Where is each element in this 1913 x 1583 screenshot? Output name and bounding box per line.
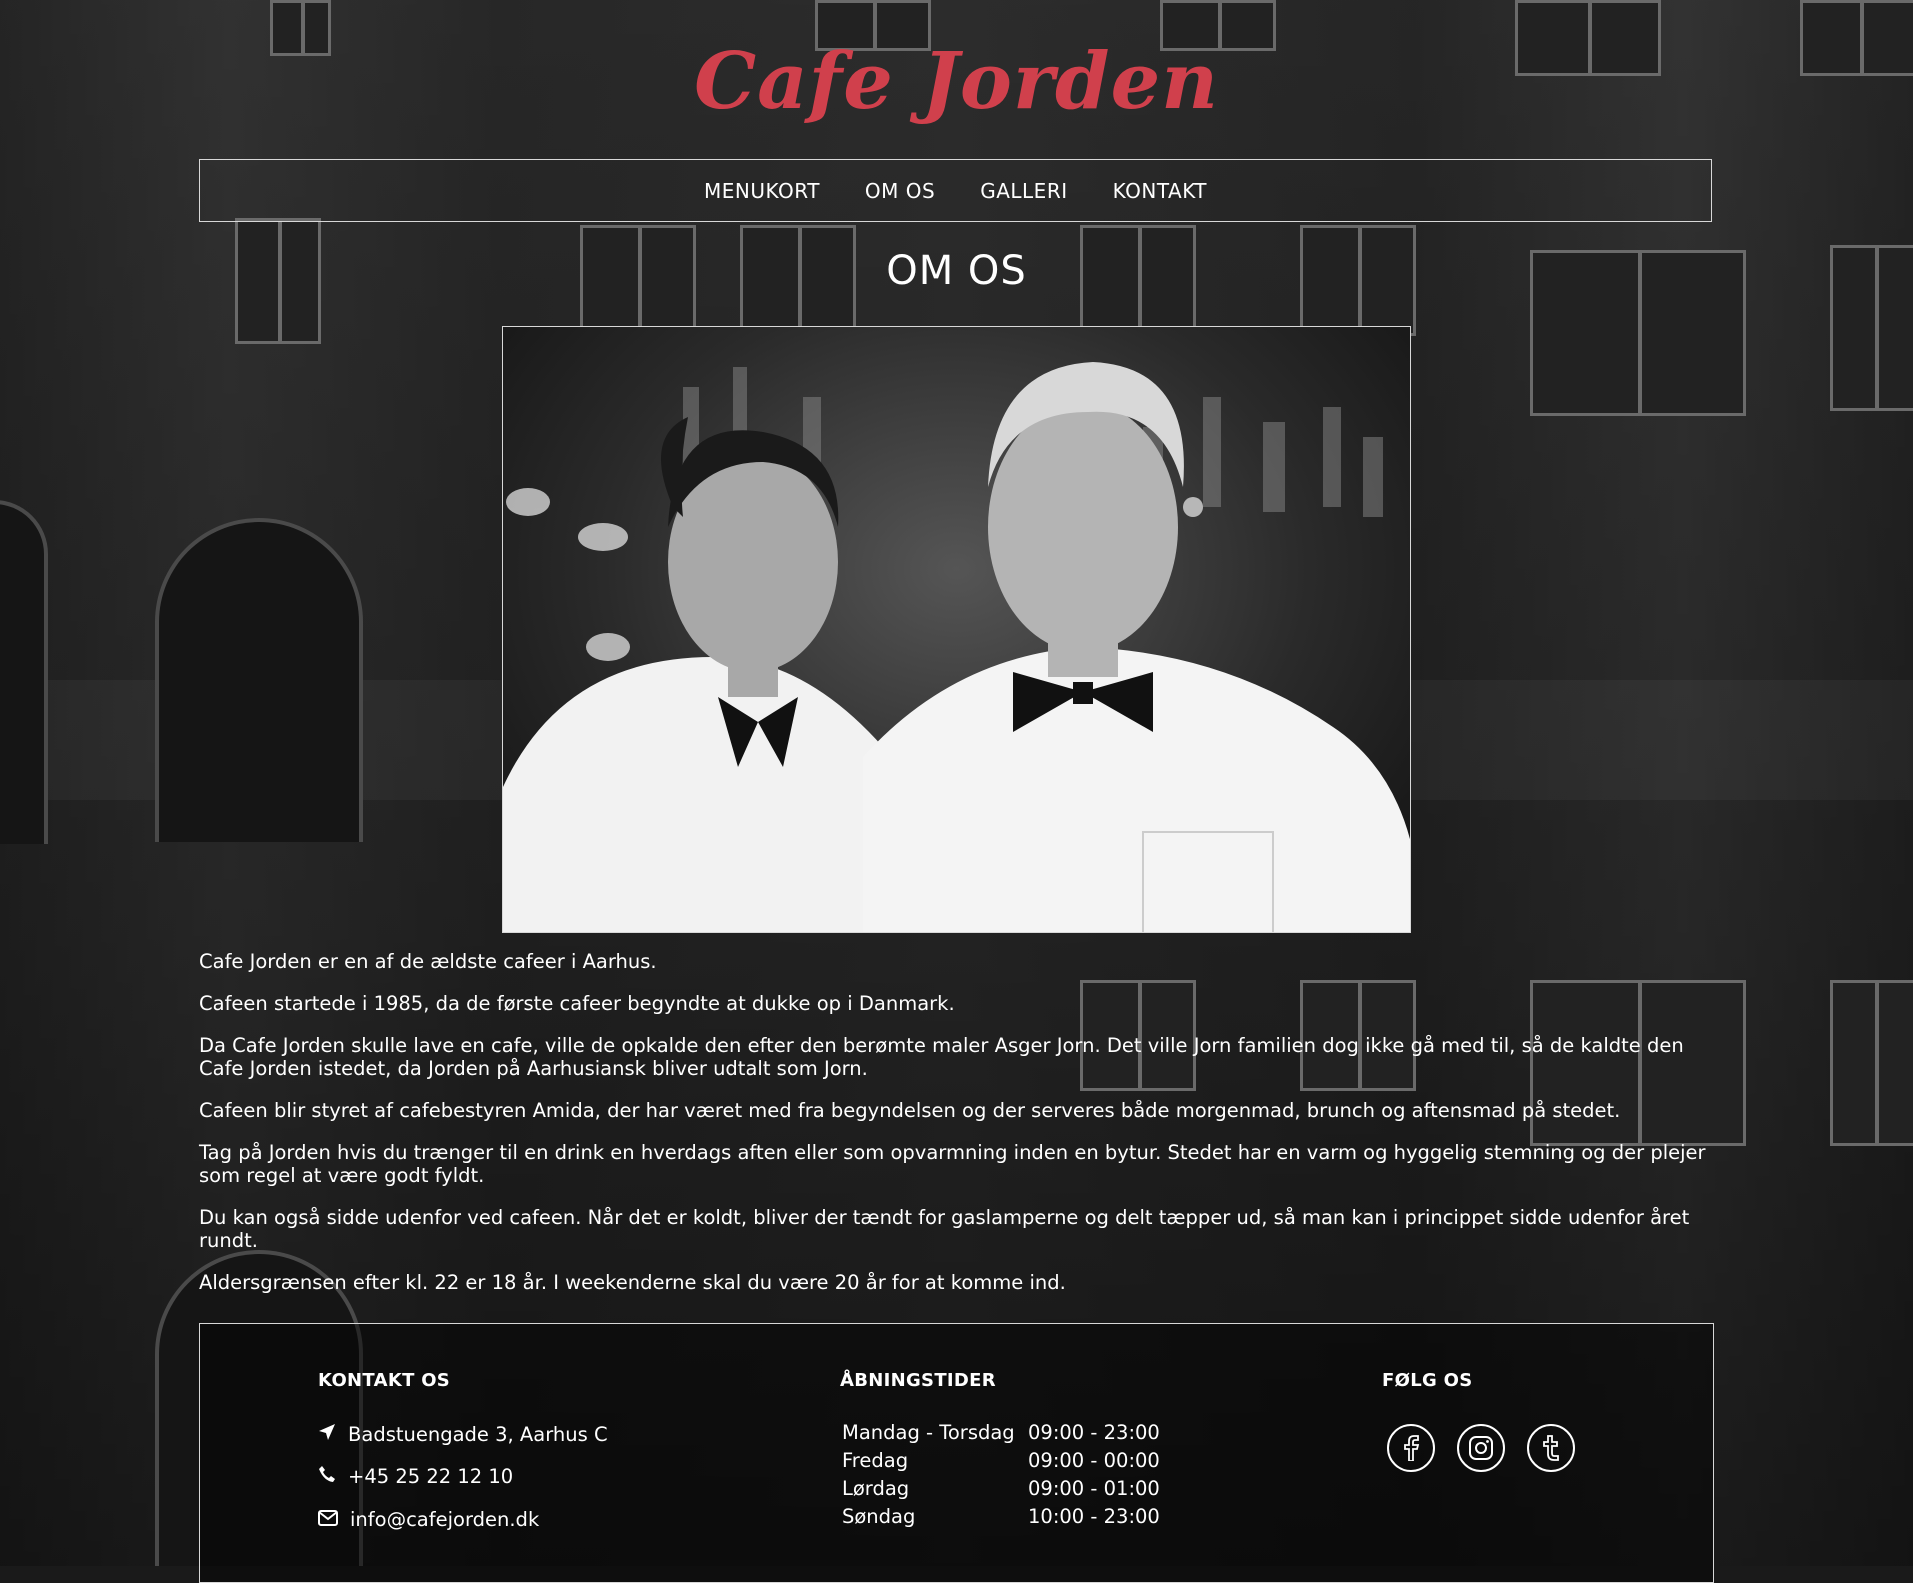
hours-day: Søndag: [842, 1504, 916, 1528]
contact-title: KONTAKT OS: [318, 1370, 451, 1391]
nav-om-os[interactable]: OM OS: [865, 179, 935, 203]
hours-row: Mandag - Torsdag 09:00 - 23:00: [842, 1418, 1160, 1446]
about-paragraph: Cafe Jorden er en af de ældste cafeer i …: [199, 950, 657, 973]
logo[interactable]: Cafe Jorden: [0, 36, 1913, 127]
hours-row: Lørdag 09:00 - 01:00: [842, 1474, 1160, 1502]
hours-time: 09:00 - 00:00: [1028, 1448, 1160, 1472]
nav-galleri[interactable]: GALLERI: [980, 179, 1067, 203]
main-nav: MENUKORT OM OS GALLERI KONTAKT: [199, 159, 1712, 222]
hours-day: Lørdag: [842, 1476, 910, 1500]
tumblr-icon[interactable]: [1527, 1424, 1575, 1472]
instagram-icon[interactable]: [1457, 1424, 1505, 1472]
phone-text[interactable]: +45 25 22 12 10: [348, 1465, 513, 1488]
envelope-icon: [318, 1508, 338, 1531]
hours-time: 10:00 - 23:00: [1028, 1504, 1160, 1528]
nav-kontakt[interactable]: KONTAKT: [1113, 179, 1207, 203]
social-links: [1387, 1424, 1575, 1472]
email-link[interactable]: info@cafejorden.dk: [350, 1508, 539, 1531]
opening-hours-table: Mandag - Torsdag 09:00 - 23:00 Fredag 09:0…: [842, 1418, 1160, 1530]
about-paragraph: Aldersgrænsen efter kl. 22 er 18 år. I w…: [199, 1271, 1066, 1294]
hours-row: Fredag 09:00 - 00:00: [842, 1446, 1160, 1474]
hours-time: 09:00 - 01:00: [1028, 1476, 1160, 1500]
hours-title: ÅBNINGSTIDER: [840, 1370, 996, 1391]
about-paragraph: Cafeen blir styret af cafebestyren Amida…: [199, 1099, 1621, 1122]
contact-email[interactable]: info@cafejorden.dk: [318, 1508, 539, 1531]
about-paragraph: Du kan også sidde udenfor ved cafeen. Nå…: [199, 1206, 1690, 1252]
page-title: OM OS: [886, 248, 1027, 294]
social-title: FØLG OS: [1382, 1370, 1473, 1391]
address-text: Badstuengade 3, Aarhus C: [348, 1423, 608, 1446]
location-arrow-icon: [318, 1423, 336, 1446]
hours-row: Søndag 10:00 - 23:00: [842, 1502, 1160, 1530]
facebook-icon[interactable]: [1387, 1424, 1435, 1472]
hours-day: Mandag - Torsdag: [842, 1420, 1015, 1444]
about-paragraph: Tag på Jorden hvis du trænger til en dri…: [199, 1141, 1706, 1187]
hours-time: 09:00 - 23:00: [1028, 1420, 1160, 1444]
contact-phone[interactable]: +45 25 22 12 10: [318, 1465, 513, 1488]
about-text: Cafe Jorden er en af de ældste cafeer i …: [199, 950, 1714, 1313]
nav-menukort[interactable]: MENUKORT: [704, 179, 820, 203]
footer: KONTAKT OS Badstuengade 3, Aarhus C +45 …: [199, 1323, 1714, 1583]
phone-icon: [318, 1465, 336, 1488]
about-paragraph: Cafeen startede i 1985, da de første caf…: [199, 992, 955, 1015]
staff-photo: [502, 326, 1411, 933]
about-paragraph: Da Cafe Jorden skulle lave en cafe, vill…: [199, 1034, 1684, 1080]
contact-address: Badstuengade 3, Aarhus C: [318, 1423, 608, 1446]
hours-day: Fredag: [842, 1448, 909, 1472]
staff-photo-illustration: [503, 362, 1410, 932]
